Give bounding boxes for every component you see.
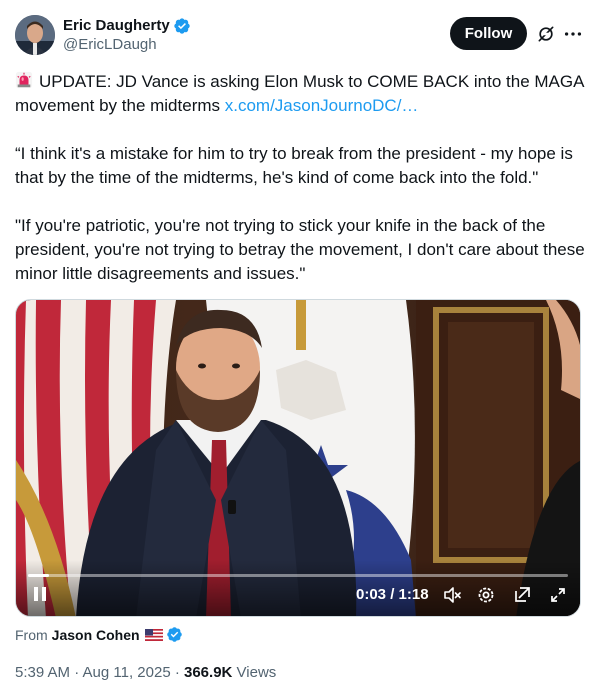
pop-out-icon[interactable] (512, 585, 532, 605)
timestamp[interactable]: 5:39 AM · Aug 11, 2025 · (15, 664, 184, 681)
video-player[interactable]: 0:03 / 1:18 (15, 299, 581, 617)
us-flag-icon (144, 628, 163, 641)
author-names: Eric Daugherty @EricLDaugh (63, 16, 191, 55)
pause-icon[interactable] (30, 584, 50, 604)
follow-button[interactable]: Follow (450, 17, 527, 50)
tweet-link[interactable]: x.com/JasonJournoDC/… (225, 96, 419, 115)
display-name-text[interactable]: Eric Daugherty (63, 16, 170, 35)
source-attribution: From Jason Cohen (15, 626, 183, 643)
avatar[interactable] (15, 15, 55, 55)
tweet-paragraph-1: UPDATE: JD Vance is asking Elon Musk to … (15, 70, 589, 118)
source-name[interactable]: Jason Cohen (52, 627, 140, 643)
more-icon[interactable] (562, 23, 584, 45)
video-time: 0:03 / 1:18 (356, 586, 429, 603)
grok-icon[interactable] (536, 24, 556, 44)
siren-emoji-icon (15, 71, 33, 89)
verified-badge-icon[interactable] (173, 17, 191, 35)
tweet-header: Eric Daugherty @EricLDaugh Follow (15, 15, 589, 59)
author-display-name[interactable]: Eric Daugherty (63, 16, 191, 35)
video-progress-bar[interactable] (28, 574, 568, 577)
fullscreen-icon[interactable] (548, 585, 568, 605)
tweet-paragraph-3: "If you're patriotic, you're not trying … (15, 216, 585, 283)
verified-badge-icon[interactable] (166, 626, 183, 643)
tweet-body: UPDATE: JD Vance is asking Elon Musk to … (15, 70, 589, 286)
author-handle[interactable]: @EricLDaugh (63, 35, 191, 55)
views-label: Views (232, 664, 277, 681)
views-count: 366.9K (184, 664, 233, 681)
settings-icon[interactable] (476, 585, 496, 605)
tweet-meta: 5:39 AM · Aug 11, 2025 · 366.9K Views (15, 664, 276, 681)
video-controls: 0:03 / 1:18 (16, 560, 580, 616)
source-prefix: From (15, 626, 48, 643)
tweet-paragraph-2: “I think it's a mistake for him to try t… (15, 144, 573, 187)
video-progress-fill (28, 574, 49, 577)
mute-icon[interactable] (442, 585, 462, 605)
